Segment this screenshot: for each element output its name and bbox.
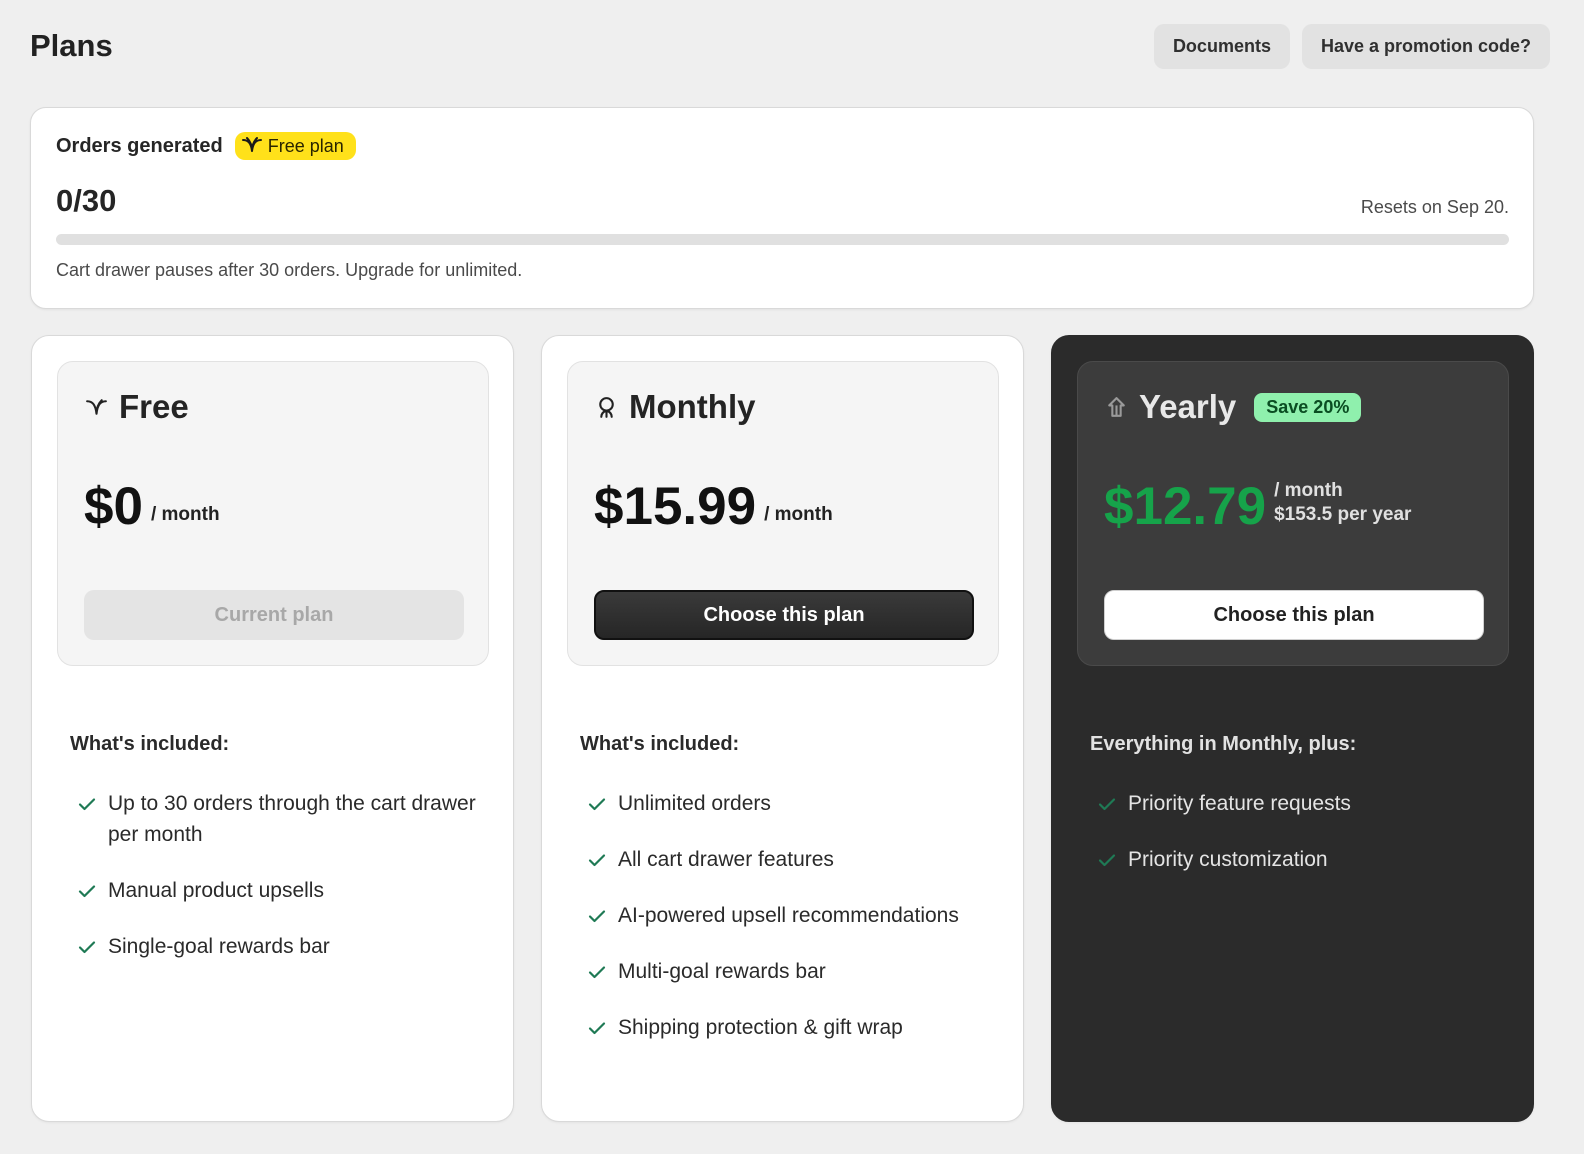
plan-summary: Yearly Save 20% $12.79 / month $153.5 pe… <box>1077 361 1509 666</box>
feature-text: Priority feature requests <box>1128 792 1351 815</box>
usage-count: 0/30 <box>56 183 117 218</box>
check-icon <box>78 798 96 811</box>
check-icon <box>588 910 606 923</box>
feature-text: Single-goal rewards bar <box>108 935 330 958</box>
feature-text: Unlimited orders <box>618 792 771 815</box>
tree-icon <box>1108 396 1125 417</box>
feature-text: Manual product upsells <box>108 879 324 902</box>
usage-label: Orders generated <box>56 134 223 157</box>
feature-item: Single-goal rewards bar <box>76 931 486 962</box>
plan-card-monthly: Monthly $15.99 / month Choose this plan … <box>541 335 1024 1122</box>
leaf-icon <box>241 137 262 152</box>
price-row: $12.79 / month $153.5 per year <box>1104 477 1411 537</box>
plan-summary: Monthly $15.99 / month Choose this plan <box>567 361 999 666</box>
feature-text: Multi-goal rewards bar <box>618 960 826 983</box>
feature-item: Multi-goal rewards bar <box>586 956 996 987</box>
usage-card: Orders generated Free plan 0/30 Resets o… <box>30 107 1534 309</box>
plan-name-row: Monthly <box>594 386 755 428</box>
check-icon <box>1098 854 1116 867</box>
plan-name-row: Free <box>84 386 189 428</box>
sprout-icon <box>599 396 614 418</box>
check-icon <box>588 1022 606 1035</box>
check-icon <box>588 854 606 867</box>
plan-name: Free <box>119 388 189 425</box>
plan-summary: Free $0 / month Current plan <box>57 361 489 666</box>
price-period: / month <box>764 504 833 525</box>
price-row: $15.99 / month <box>594 477 833 537</box>
plan-name: Yearly <box>1139 388 1237 425</box>
check-icon <box>1098 798 1116 811</box>
price-period: / month <box>150 504 220 525</box>
feature-item: Shipping protection & gift wrap <box>586 1012 996 1043</box>
feature-text: Shipping protection & gift wrap <box>618 1016 903 1039</box>
feature-item: Up to 30 orders through the cart drawer … <box>76 788 486 850</box>
feature-list: Priority feature requests Priority custom… <box>1096 788 1506 900</box>
plan-price: $12.79 <box>1104 477 1267 536</box>
plan-badge: Free plan <box>234 132 356 160</box>
price-per-month: / month <box>1274 480 1343 501</box>
feature-item: AI-powered upsell recommendations <box>586 900 996 931</box>
usage-reset-date: Resets on Sep 20. <box>1360 197 1509 217</box>
feature-item: Priority customization <box>1096 844 1506 875</box>
usage-note: Cart drawer pauses after 30 orders. Upgr… <box>56 260 523 280</box>
feature-item: Manual product upsells <box>76 875 486 906</box>
usage-progress-bar <box>56 234 1509 245</box>
feature-text: Priority customization <box>1128 848 1328 871</box>
feature-item: Priority feature requests <box>1096 788 1506 819</box>
header-actions: Documents Have a promotion code? <box>1153 24 1550 69</box>
page-title: Plans <box>30 28 113 63</box>
usage-header: Orders generated Free plan <box>56 132 356 160</box>
included-title: What's included: <box>580 733 740 755</box>
choose-monthly-button[interactable]: Choose this plan <box>594 590 974 640</box>
price-row: $0 / month <box>84 477 220 537</box>
feature-item: Unlimited orders <box>586 788 996 819</box>
check-icon <box>588 966 606 979</box>
price-period: / month $153.5 per year <box>1274 479 1411 527</box>
leaf-icon <box>86 398 107 415</box>
included-title: What's included: <box>70 733 230 755</box>
check-icon <box>78 885 96 898</box>
plan-name-row: Yearly Save 20% <box>1104 386 1362 428</box>
current-plan-button[interactable]: Current plan <box>84 590 464 640</box>
check-icon <box>78 941 96 954</box>
plan-price: $0 <box>84 477 143 536</box>
feature-list: Unlimited orders All cart drawer features… <box>586 788 996 1068</box>
feature-text: Up to 30 orders through the cart drawer … <box>108 792 476 846</box>
feature-list: Up to 30 orders through the cart drawer … <box>76 788 486 987</box>
choose-yearly-button[interactable]: Choose this plan <box>1104 590 1484 640</box>
check-icon <box>588 798 606 811</box>
save-badge: Save 20% <box>1254 392 1362 422</box>
price-per-year: $153.5 per year <box>1274 504 1412 525</box>
plan-price: $15.99 <box>594 477 757 536</box>
plan-name: Monthly <box>629 388 756 425</box>
feature-item: All cart drawer features <box>586 844 996 875</box>
feature-text: All cart drawer features <box>618 848 834 871</box>
plan-card-free: Free $0 / month Current plan What's incl… <box>31 335 514 1122</box>
documents-button[interactable]: Documents <box>1153 24 1290 69</box>
included-title: Everything in Monthly, plus: <box>1090 733 1357 755</box>
promotion-code-button[interactable]: Have a promotion code? <box>1301 24 1550 69</box>
plan-badge-label: Free plan <box>267 135 344 156</box>
plan-card-yearly: Yearly Save 20% $12.79 / month $153.5 pe… <box>1051 335 1534 1122</box>
feature-text: AI-powered upsell recommendations <box>618 904 959 927</box>
